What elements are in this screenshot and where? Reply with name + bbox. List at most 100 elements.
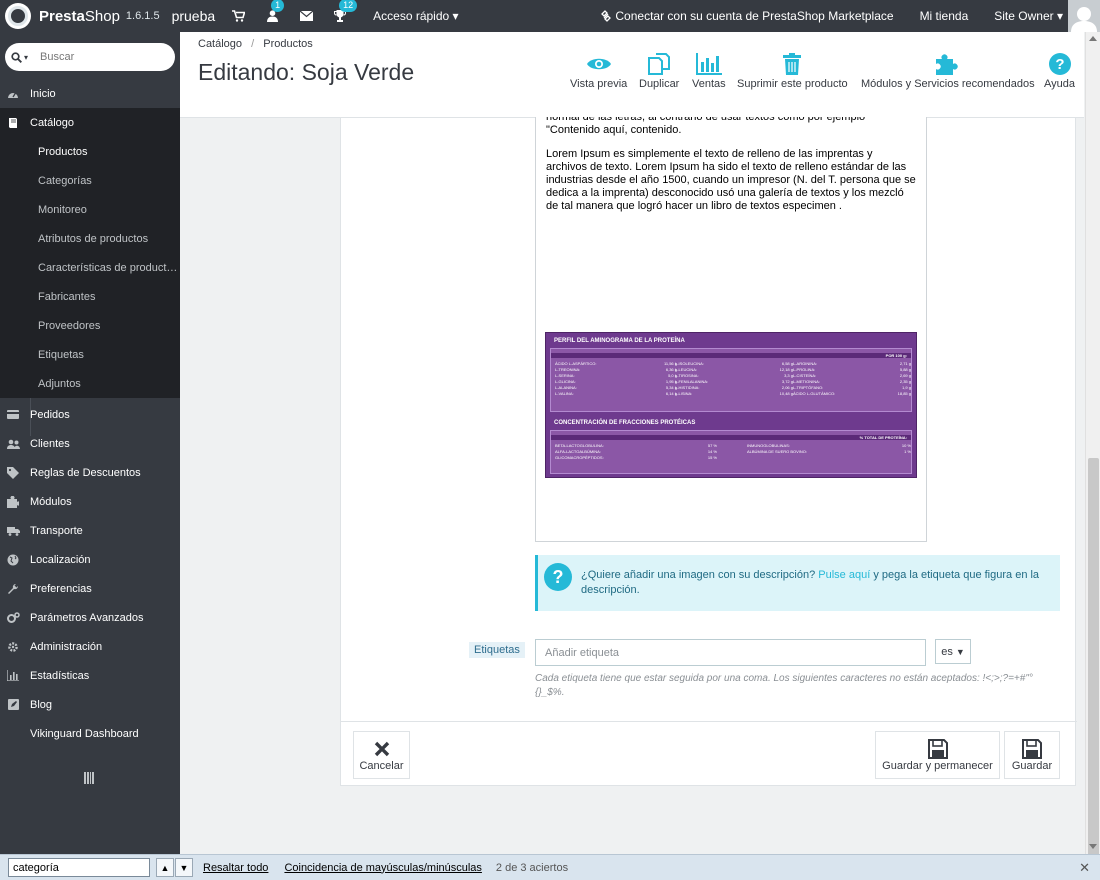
sidebar: ▾ Buscar Inicio Catálogo Productos Categ… bbox=[0, 32, 180, 854]
sidebar-item-reglas-descuentos[interactable]: Reglas de Descuentos bbox=[0, 458, 180, 487]
customers-user-icon[interactable]: 1 bbox=[261, 0, 285, 27]
find-previous-icon[interactable]: ▲ bbox=[156, 858, 174, 877]
sidebar-subitem-caracteristicas[interactable]: Características de product… bbox=[0, 253, 180, 282]
book-icon bbox=[6, 117, 20, 129]
sidebar-item-localizacion[interactable]: Localización bbox=[0, 545, 180, 574]
sidebar-item-pedidos[interactable]: Pedidos bbox=[0, 400, 180, 429]
sales-button[interactable]: Ventas bbox=[692, 50, 726, 90]
sidebar-item-inicio[interactable]: Inicio bbox=[0, 79, 180, 108]
sidebar-item-blog[interactable]: Blog bbox=[0, 690, 180, 719]
click-here-link[interactable]: Pulse aquí bbox=[818, 569, 870, 581]
user-menu-dropdown[interactable]: Site Owner ▾ bbox=[994, 9, 1063, 23]
scroll-up-arrow-icon[interactable] bbox=[1089, 36, 1097, 41]
sidebar-item-administracion[interactable]: Administración bbox=[0, 632, 180, 661]
blog-icon bbox=[6, 699, 20, 711]
tag-icon bbox=[6, 466, 20, 479]
brand-name[interactable]: PrestaShop bbox=[39, 8, 120, 25]
description-editor[interactable]: normal de las letras, al contrario de us… bbox=[535, 117, 927, 542]
quick-access-dropdown[interactable]: Acceso rápido ▾ bbox=[373, 9, 458, 23]
messages-envelope-icon[interactable] bbox=[295, 5, 317, 27]
shop-name-link[interactable]: prueba bbox=[172, 8, 216, 24]
sidebar-item-modulos[interactable]: Módulos bbox=[0, 487, 180, 516]
language-dropdown[interactable]: es ▼ bbox=[935, 639, 971, 664]
match-case-toggle[interactable]: Coincidencia de mayúsculas/minúsculas bbox=[284, 862, 481, 874]
scrollbar-thumb[interactable] bbox=[1088, 458, 1099, 868]
tags-input[interactable]: Añadir etiqueta bbox=[535, 639, 926, 666]
sidebar-subitem-monitoreo[interactable]: Monitoreo bbox=[0, 195, 180, 224]
find-bar: categoría ▲ ▼ Resaltar todo Coincidencia… bbox=[0, 854, 1100, 880]
table-cell: 10 % bbox=[901, 443, 911, 448]
sidebar-item-catalogo[interactable]: Catálogo bbox=[0, 108, 180, 137]
puzzle-icon bbox=[935, 50, 960, 78]
sidebar-subitem-fabricantes[interactable]: Fabricantes bbox=[0, 282, 180, 311]
breadcrumb-catalogo[interactable]: Catálogo bbox=[198, 38, 242, 50]
cogs-icon bbox=[6, 611, 20, 624]
page-scrollbar[interactable] bbox=[1085, 32, 1100, 868]
preview-button[interactable]: Vista previa bbox=[570, 50, 627, 90]
close-icon[interactable]: ✕ bbox=[1079, 860, 1090, 876]
delete-product-button[interactable]: Suprimir este producto bbox=[737, 50, 848, 90]
duplicate-button[interactable]: Duplicar bbox=[639, 50, 679, 90]
table-cell: L-ISOLEUCINA: bbox=[675, 361, 704, 366]
table-cell: 5,0 g bbox=[668, 373, 677, 378]
prestashop-logo-icon[interactable] bbox=[5, 3, 31, 29]
highlight-all-toggle[interactable]: Resaltar todo bbox=[203, 862, 268, 874]
table-cell: 15 % bbox=[707, 455, 717, 460]
table-cell: 11,56 g bbox=[663, 361, 677, 366]
table-row: ÁCIDO L-ASPÁRTICO: 11,56 g L-ISOLEUCINA: 6,… bbox=[551, 361, 913, 366]
cancel-button[interactable]: Cancelar bbox=[353, 731, 410, 779]
breadcrumb-productos[interactable]: Productos bbox=[263, 38, 313, 50]
find-input[interactable]: categoría bbox=[8, 858, 150, 877]
table-cell: L-LEUCINA: bbox=[675, 367, 698, 372]
table-cell: L-GLICINA: bbox=[555, 379, 576, 384]
sidebar-subitem-proveedores[interactable]: Proveedores bbox=[0, 311, 180, 340]
gear-icon bbox=[6, 641, 20, 653]
table-title: CONCENTRACIÓN DE FRACCIONES PROTÉICAS bbox=[554, 420, 696, 426]
achievements-trophy-icon[interactable]: 12 bbox=[329, 0, 358, 27]
sidebar-subitem-etiquetas[interactable]: Etiquetas bbox=[0, 340, 180, 369]
table-subtitle: POR 100 g: bbox=[551, 353, 911, 358]
scroll-down-arrow-icon[interactable] bbox=[1089, 844, 1097, 849]
table-row: L-VALINA: 6,14 g L-LISINA: 10,48 g ÁCIDO L-G… bbox=[551, 391, 913, 396]
search-icon[interactable]: ▾ bbox=[11, 51, 28, 63]
table-row: L-TREONINA: 6,36 g L-LEUCINA: 12,18 g L-PROL… bbox=[551, 367, 913, 372]
sidebar-item-vikinguard[interactable]: Vikinguard Dashboard bbox=[0, 719, 180, 748]
table-cell: L-PROLINA: bbox=[793, 367, 816, 372]
sidebar-subitem-productos[interactable]: Productos bbox=[0, 137, 180, 166]
orders-cart-icon[interactable] bbox=[227, 5, 249, 27]
sidebar-item-estadisticas[interactable]: Estadísticas bbox=[0, 661, 180, 690]
sidebar-item-transporte[interactable]: Transporte bbox=[0, 516, 180, 545]
sidebar-subitem-atributos[interactable]: Atributos de productos bbox=[0, 224, 180, 253]
help-button[interactable]: ? Ayuda bbox=[1044, 50, 1075, 90]
sidebar-item-parametros-avanzados[interactable]: Parámetros Avanzados bbox=[0, 603, 180, 632]
sidebar-item-clientes[interactable]: Clientes bbox=[0, 429, 180, 458]
copy-icon bbox=[647, 50, 671, 78]
my-shop-link[interactable]: Mi tienda bbox=[920, 9, 969, 23]
table-cell: 18,85 g bbox=[897, 391, 911, 396]
find-next-icon[interactable]: ▼ bbox=[175, 858, 193, 877]
collapse-menu-icon[interactable] bbox=[84, 772, 94, 784]
search-input[interactable]: ▾ Buscar bbox=[5, 43, 175, 71]
table-cell: 5,34 g bbox=[665, 385, 677, 390]
table-cell: 2,71 g bbox=[899, 361, 911, 366]
breadcrumb: Catálogo / Productos bbox=[198, 38, 313, 50]
table-cell: 5,88 g bbox=[899, 367, 911, 372]
wrench-icon bbox=[6, 583, 20, 595]
avatar[interactable] bbox=[1068, 0, 1100, 32]
table-cell: L-LISINA: bbox=[675, 391, 693, 396]
sidebar-subitem-adjuntos[interactable]: Adjuntos bbox=[0, 369, 180, 398]
question-circle-icon: ? bbox=[1048, 50, 1071, 78]
search-placeholder: Buscar bbox=[40, 51, 75, 63]
table-cell: L-CISTEÍNA: bbox=[793, 373, 817, 378]
marketplace-link[interactable]: Conectar con su cuenta de PrestaShop Mar… bbox=[600, 9, 894, 23]
close-icon bbox=[374, 738, 390, 760]
table-row: ALFA-LACTOALBÚMINA: 14 % ALBÚMINA DE SUERO… bbox=[551, 449, 913, 454]
save-button[interactable]: Guardar bbox=[1004, 731, 1060, 779]
question-circle-icon: ? bbox=[544, 563, 572, 591]
sidebar-item-preferencias[interactable]: Preferencias bbox=[0, 574, 180, 603]
table-cell: ALBÚMINA DE SUERO BOVINO: bbox=[747, 449, 808, 454]
sidebar-subitem-categorias[interactable]: Categorías bbox=[0, 166, 180, 195]
save-and-stay-button[interactable]: Guardar y permanecer bbox=[875, 731, 1000, 779]
table-cell: ALFA-LACTOALBÚMINA: bbox=[555, 449, 601, 454]
recommended-modules-button[interactable]: Módulos y Servicios recomendados bbox=[861, 50, 1035, 90]
